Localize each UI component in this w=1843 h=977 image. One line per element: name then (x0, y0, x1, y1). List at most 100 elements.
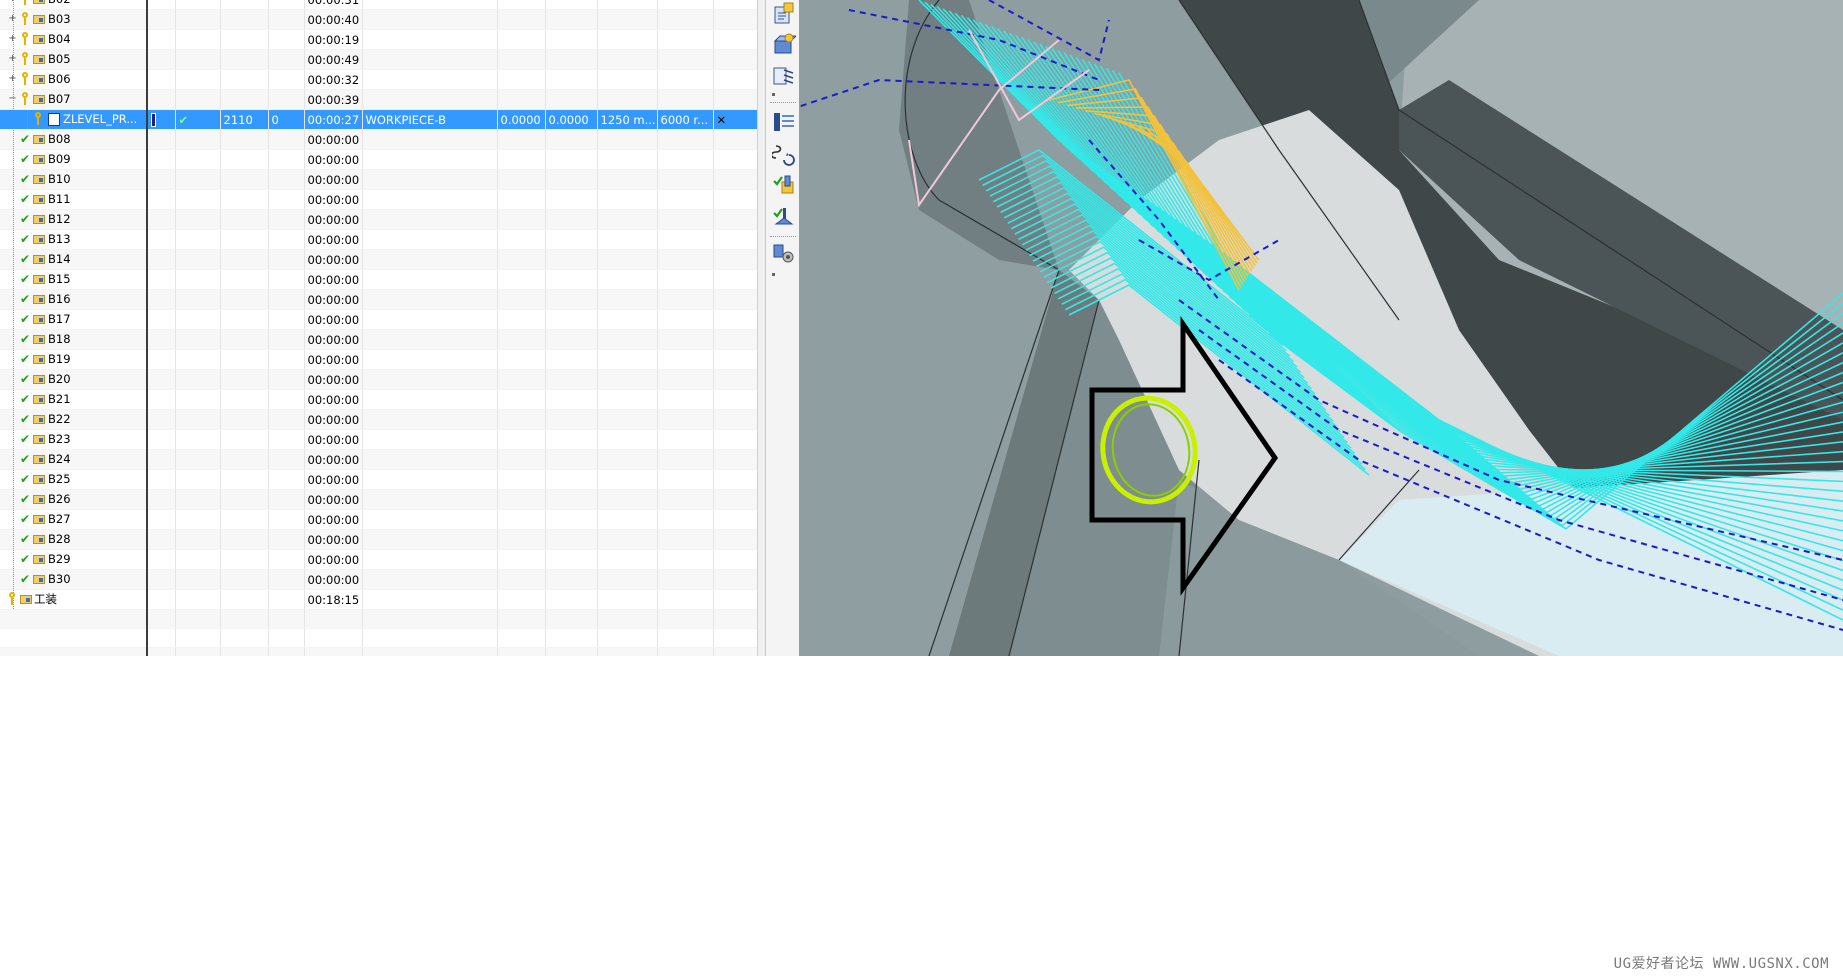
status-complete-icon: ✔ (20, 212, 31, 226)
program-group-row[interactable]: ✔ B12 00:00:00 (0, 209, 757, 230)
program-group-row[interactable]: ✔ B13 00:00:00 (0, 229, 757, 250)
program-group-row[interactable]: ✔ B27 00:00:00 (0, 509, 757, 530)
program-group-row[interactable]: 工装 00:18:15 (0, 589, 757, 610)
tree-node[interactable]: ✔ B16 (0, 290, 145, 309)
tree-connector-line (13, 270, 15, 289)
tree-node[interactable]: ✔ B13 (0, 230, 145, 249)
collapse-toggle-icon[interactable]: − (8, 94, 17, 104)
create-program-icon[interactable] (772, 2, 796, 26)
program-group-row[interactable]: ✔ B24 00:00:00 (0, 449, 757, 470)
tree-node[interactable]: ✔ B18 (0, 330, 145, 349)
tree-node[interactable]: ✔ B10 (0, 170, 145, 189)
tree-connector-line (13, 390, 15, 409)
tree-node[interactable]: + B02 (0, 0, 145, 9)
program-group-row[interactable]: ✔ B09 00:00:00 (0, 149, 757, 170)
tree-node[interactable]: ✔ B22 (0, 410, 145, 429)
program-group-row[interactable]: ✔ B28 00:00:00 (0, 529, 757, 550)
program-group-row[interactable]: ✔ B22 00:00:00 (0, 409, 757, 430)
name-cell: + B02 (0, 0, 148, 10)
program-group-row[interactable]: ✔ B26 00:00:00 (0, 489, 757, 510)
program-group-row[interactable]: + B04 00:00:19 (0, 29, 757, 50)
status-regenerate-icon (21, 92, 29, 105)
program-group-row[interactable]: ✔ B10 00:00:00 (0, 169, 757, 190)
program-group-row[interactable]: ✔ B25 00:00:00 (0, 469, 757, 490)
name-cell: + B05 (0, 49, 148, 70)
tree-node[interactable]: ZLEVEL_PR... (0, 110, 145, 129)
status-complete-icon: ✔ (20, 512, 31, 526)
program-group-row[interactable]: ✔ B21 00:00:00 (0, 389, 757, 410)
program-group-row[interactable]: ✔ B30 00:00:00 (0, 569, 757, 590)
name-cell: + B06 (0, 69, 148, 90)
name-cell: ✔ B19 (0, 349, 148, 370)
program-group-row[interactable]: ✔ B16 00:00:00 (0, 289, 757, 310)
program-group-row[interactable]: ✔ B18 00:00:00 (0, 329, 757, 350)
tree-node[interactable]: + B06 (0, 70, 145, 89)
create-tool-icon[interactable] (772, 32, 796, 56)
tree-node[interactable]: + B03 (0, 10, 145, 29)
tree-node[interactable]: 工装 (0, 590, 145, 609)
tree-node[interactable]: ✔ B30 (0, 570, 145, 589)
name-cell: ✔ B11 (0, 189, 148, 210)
operation-row[interactable]: ZLEVEL_PR... ✔ 2110 0 00:00:27 WORKPIECE-B 0.0… (0, 109, 757, 130)
replay-toolpath-icon[interactable] (772, 142, 796, 166)
program-group-row[interactable]: ✔ B19 00:00:00 (0, 349, 757, 370)
tree-node[interactable]: ✔ B29 (0, 550, 145, 569)
program-name: B28 (48, 532, 71, 546)
tree-node[interactable]: ✔ B26 (0, 490, 145, 509)
tree-node[interactable]: ✔ B23 (0, 430, 145, 449)
empty-row (0, 647, 757, 656)
expand-toggle-icon[interactable]: + (8, 54, 17, 64)
program-folder-icon (33, 295, 45, 304)
program-group-row[interactable]: ✔ B14 00:00:00 (0, 249, 757, 270)
tree-node[interactable]: ✔ B08 (0, 130, 145, 149)
program-group-row[interactable]: ✔ B23 00:00:00 (0, 429, 757, 450)
part-model-view[interactable] (799, 0, 1843, 656)
program-folder-icon (33, 355, 45, 364)
graphics-window[interactable] (799, 0, 1843, 656)
tree-node[interactable]: ✔ B14 (0, 250, 145, 269)
time-cell: 00:00:31 (304, 0, 363, 10)
expand-toggle-icon[interactable]: + (8, 0, 17, 4)
program-group-row[interactable]: ✔ B08 00:00:00 (0, 129, 757, 150)
program-group-row[interactable]: ✔ B20 00:00:00 (0, 369, 757, 390)
status-complete-icon: ✔ (20, 472, 31, 486)
tree-node[interactable]: − B07 (0, 90, 145, 109)
program-group-row[interactable]: ✔ B29 00:00:00 (0, 549, 757, 570)
tree-node[interactable]: ✔ B15 (0, 270, 145, 289)
generate-toolpath-icon[interactable] (772, 110, 796, 134)
close-icon[interactable]: ✕ (717, 113, 727, 127)
tree-node[interactable]: ✔ B12 (0, 210, 145, 229)
list-toolpath-icon[interactable] (772, 204, 796, 228)
program-group-row[interactable]: − B07 00:00:39 (0, 89, 757, 110)
expand-toggle-icon[interactable]: + (8, 34, 17, 44)
verify-toolpath-icon[interactable] (772, 172, 796, 196)
program-group-row[interactable]: + B05 00:00:49 (0, 49, 757, 70)
tree-node[interactable]: ✔ B27 (0, 510, 145, 529)
program-group-row[interactable]: + B02 00:00:31 (0, 0, 757, 10)
expand-toggle-icon[interactable]: + (8, 14, 17, 24)
program-group-row[interactable]: ✔ B11 00:00:00 (0, 189, 757, 210)
tree-node[interactable]: ✔ B09 (0, 150, 145, 169)
program-name: B08 (48, 132, 71, 146)
create-method-icon[interactable] (772, 64, 796, 88)
postprocess-icon[interactable] (772, 242, 796, 266)
tree-node[interactable]: ✔ B11 (0, 190, 145, 209)
name-cell: + B03 (0, 9, 148, 30)
tree-node[interactable]: + B04 (0, 30, 145, 49)
program-group-row[interactable]: + B06 00:00:32 (0, 69, 757, 90)
status-complete-icon: ✔ (20, 192, 31, 206)
program-group-row[interactable]: + B03 00:00:40 (0, 9, 757, 30)
tree-node[interactable]: + B05 (0, 50, 145, 69)
tree-node[interactable]: ✔ B24 (0, 450, 145, 469)
tree-node[interactable]: ✔ B28 (0, 530, 145, 549)
tree-node[interactable]: ✔ B19 (0, 350, 145, 369)
program-group-row[interactable]: ✔ B15 00:00:00 (0, 269, 757, 290)
program-group-row[interactable]: ✔ B17 00:00:00 (0, 309, 757, 330)
tree-node[interactable]: ✔ B20 (0, 370, 145, 389)
tree-node[interactable]: ✔ B21 (0, 390, 145, 409)
status-complete-icon: ✔ (20, 152, 31, 166)
tree-node[interactable]: ✔ B17 (0, 310, 145, 329)
tree-node[interactable]: ✔ B25 (0, 470, 145, 489)
program-folder-icon (33, 0, 45, 4)
expand-toggle-icon[interactable]: + (8, 74, 17, 84)
